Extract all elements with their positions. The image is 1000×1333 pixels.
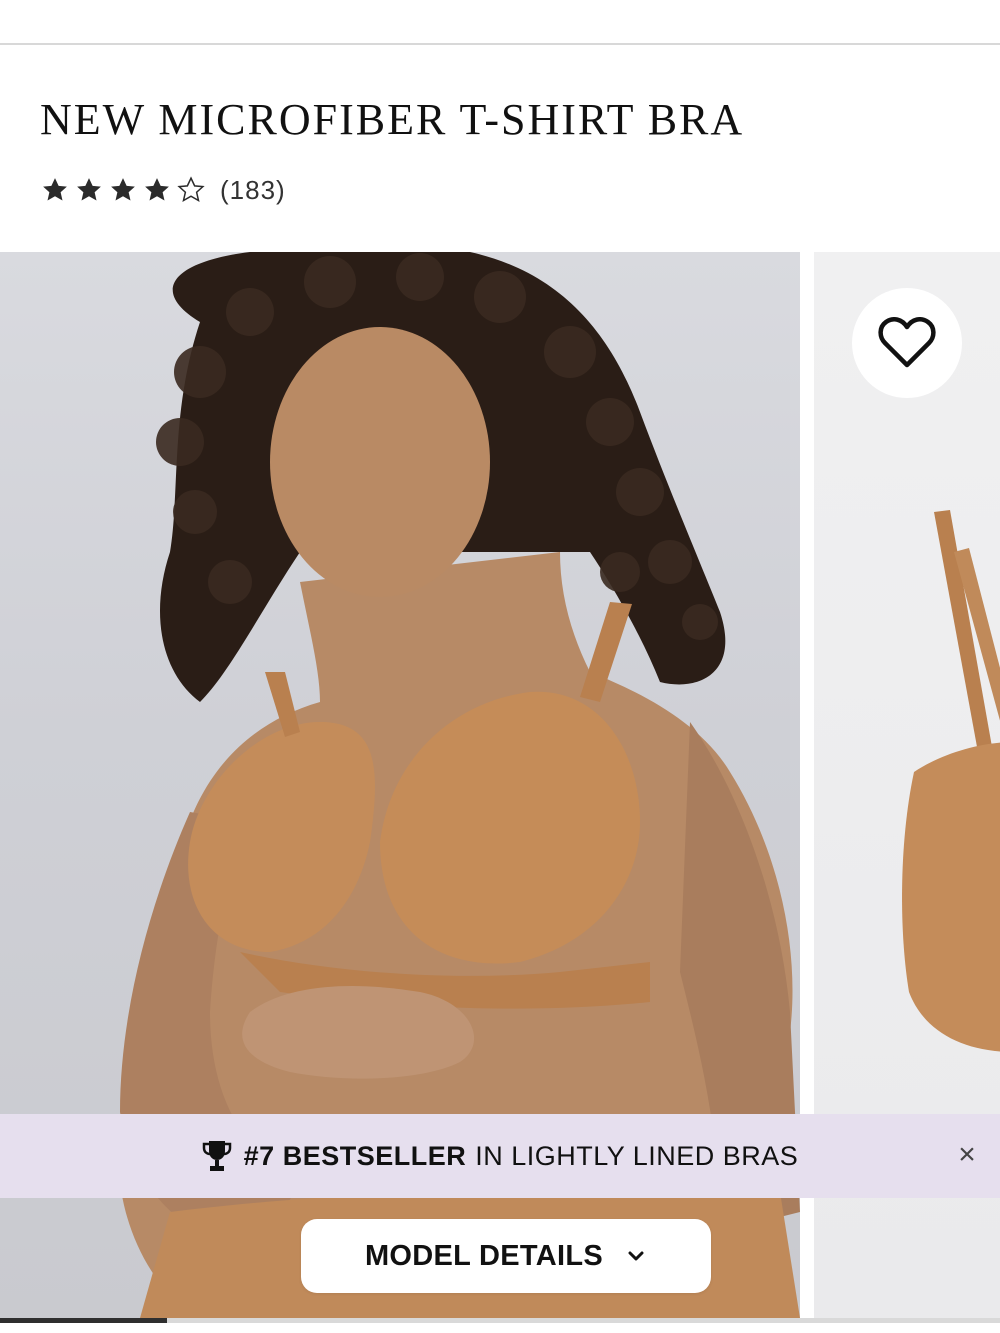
star-filled-icon	[142, 175, 172, 205]
bestseller-category: IN LIGHTLY LINED BRAS	[475, 1140, 799, 1171]
review-count[interactable]: (183)	[220, 175, 286, 206]
star-empty-icon	[176, 175, 206, 205]
product-title: NEW MICROFIBER T-SHIRT BRA	[40, 95, 745, 144]
rating-summary[interactable]: (183)	[40, 172, 286, 208]
wishlist-button[interactable]	[852, 288, 962, 398]
star-filled-icon	[74, 175, 104, 205]
close-icon[interactable]: ×	[952, 1138, 982, 1171]
bestseller-rank: #7 BESTSELLER	[243, 1140, 467, 1171]
bestseller-banner: #7 BESTSELLER IN LIGHTLY LINED BRAS ×	[0, 1114, 1000, 1198]
gallery-progress	[0, 1318, 1000, 1323]
star-filled-icon	[40, 175, 70, 205]
heart-outline-icon	[878, 317, 936, 368]
model-details-label: MODEL DETAILS	[364, 1239, 604, 1272]
star-filled-icon	[108, 175, 138, 205]
model-details-button[interactable]: MODEL DETAILS	[301, 1219, 711, 1293]
trophy-icon	[202, 1139, 232, 1173]
header-divider	[0, 43, 1000, 45]
gallery-progress-fill	[0, 1318, 167, 1323]
chevron-down-icon	[625, 1245, 647, 1267]
